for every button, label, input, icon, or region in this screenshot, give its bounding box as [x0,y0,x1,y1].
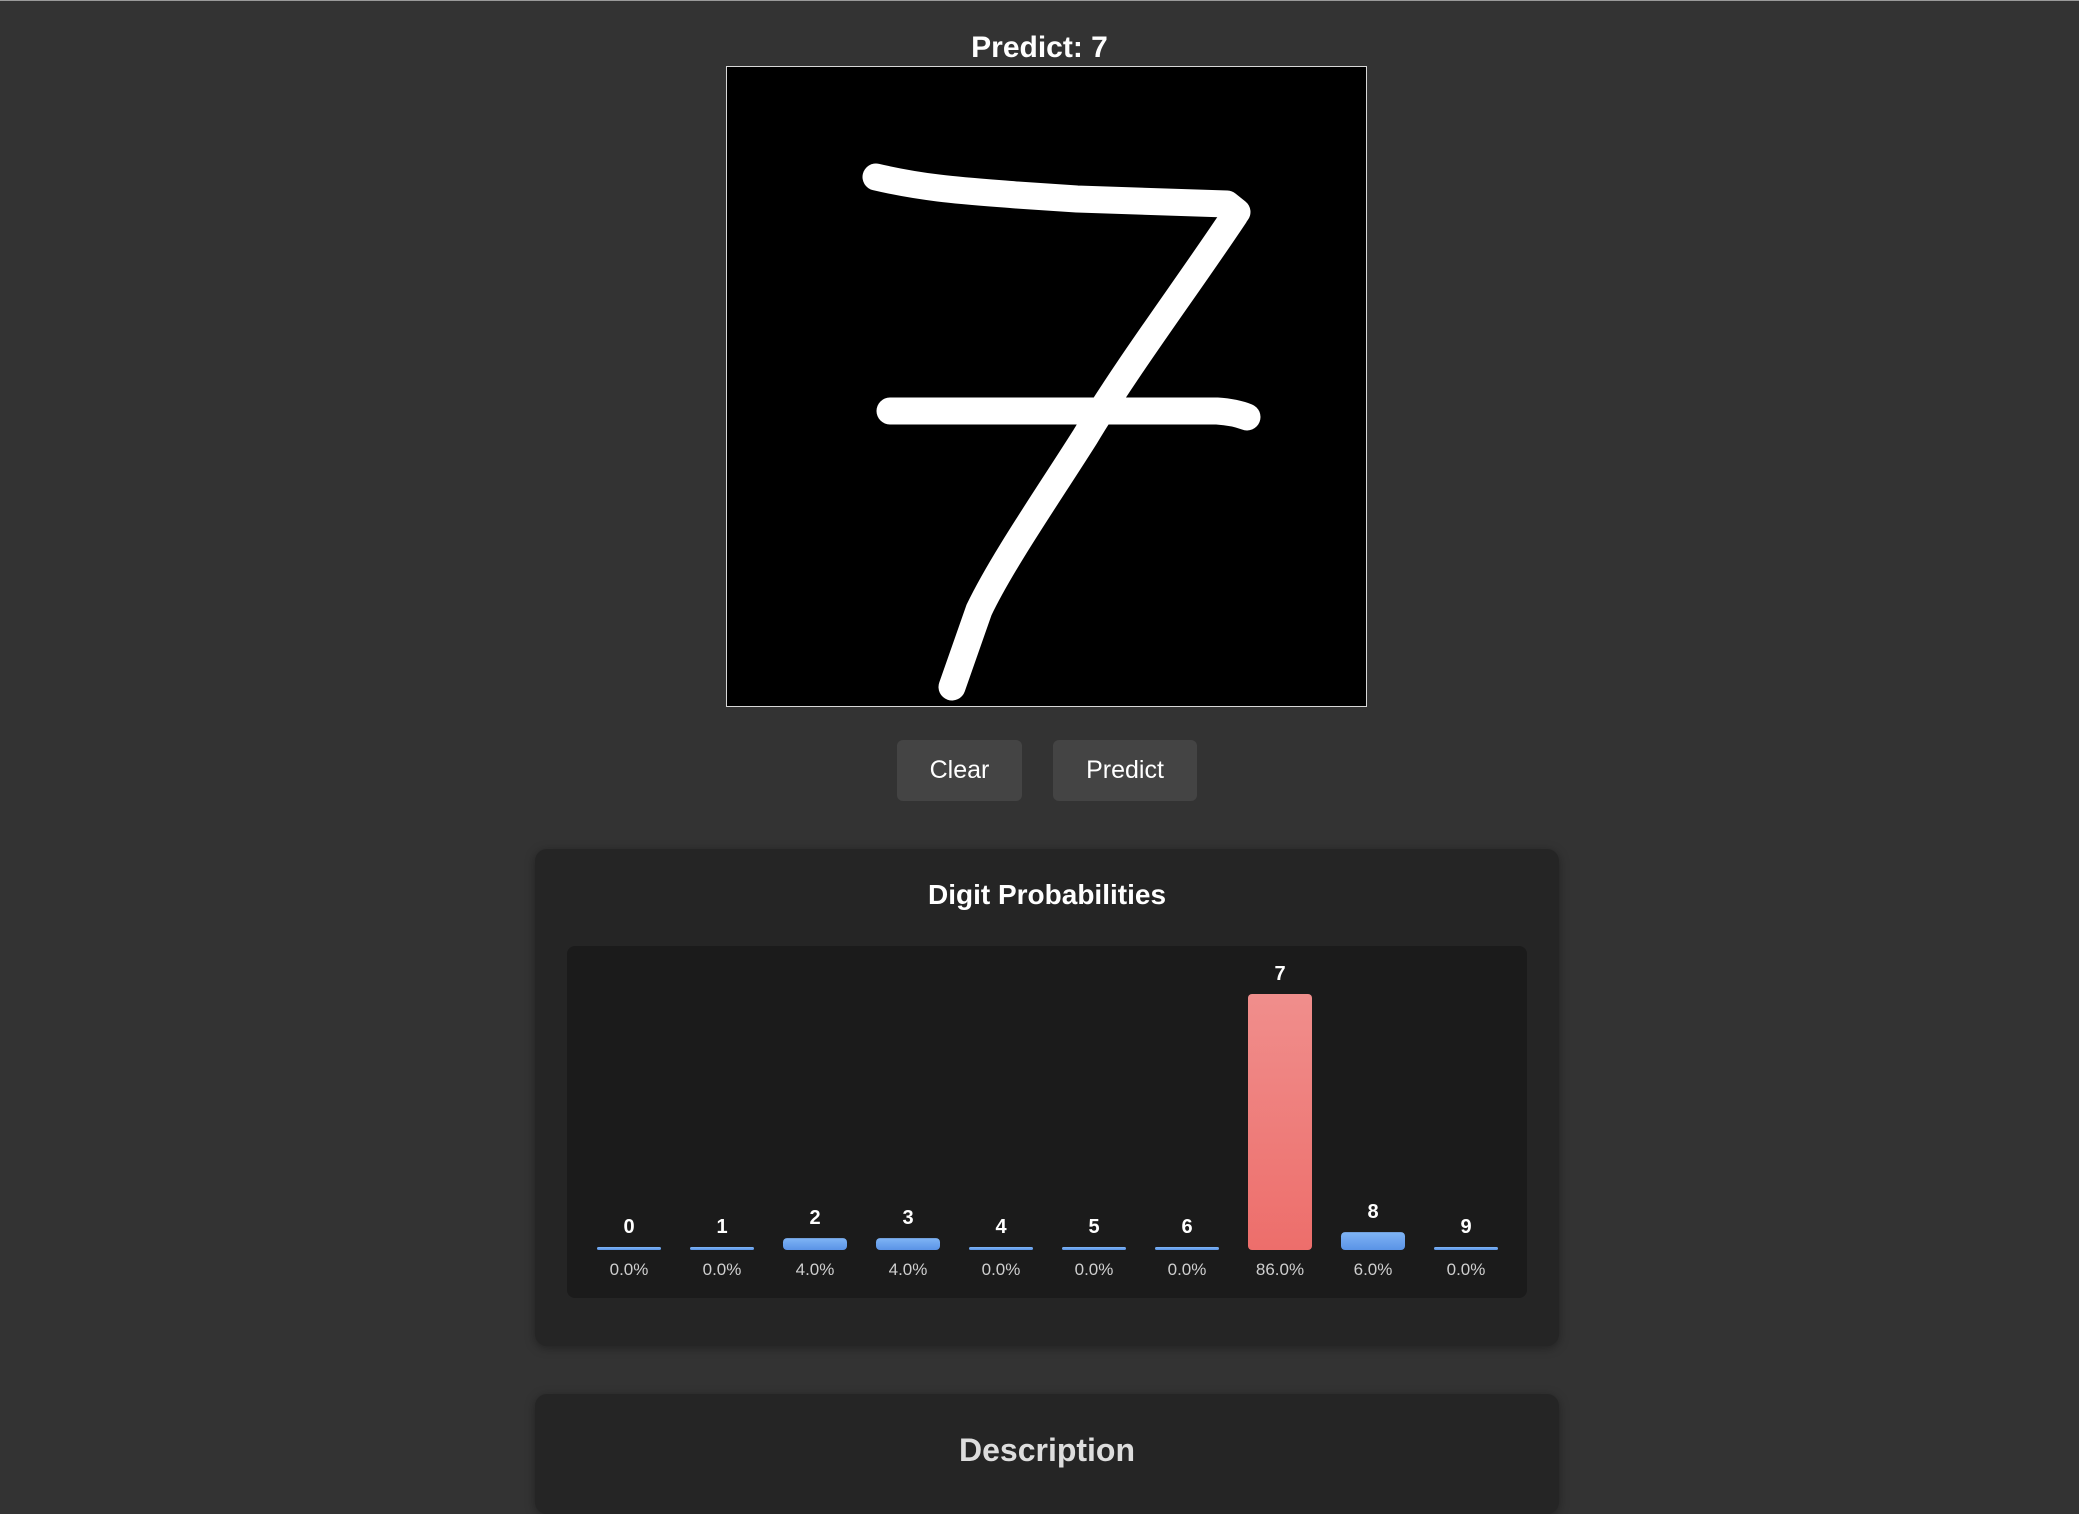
digit-label-6: 6 [1181,1216,1192,1238]
drawing-canvas[interactable] [726,66,1367,707]
digit-label-4: 4 [995,1216,1007,1238]
probability-bar-chart: 00.0%10.0%24.0%34.0%40.0%50.0%60.0%786.0… [597,963,1498,1279]
clear-button[interactable]: Clear [897,740,1022,801]
percent-label-5: 0.0% [1075,1260,1114,1279]
prediction-title: Predict: 7 [971,31,1108,64]
bar-digit-5 [1062,1247,1126,1250]
bar-digit-2 [783,1238,847,1250]
percent-label-4: 0.0% [982,1260,1021,1279]
percent-label-3: 4.0% [889,1260,928,1279]
bar-digit-4 [969,1247,1033,1250]
percent-label-0: 0.0% [610,1260,649,1279]
predict-button[interactable]: Predict [1053,740,1197,801]
handwritten-seven-stroke [862,163,1261,701]
digit-label-0: 0 [623,1216,634,1238]
percent-label-6: 0.0% [1168,1260,1207,1279]
bar-digit-8 [1341,1232,1405,1250]
digit-label-5: 5 [1088,1216,1099,1238]
percent-label-8: 6.0% [1354,1260,1393,1279]
bar-digit-3 [876,1238,940,1250]
digit-label-9: 9 [1460,1216,1471,1238]
probability-chart: 0 0.0% 1 0.0% 2 4.0% 3 4.0% 4 0.0% 5 0.0% 6 0.0% 7 86.0… [567,946,1527,1298]
description-panel: Description [535,1394,1559,1514]
bar-digit-6 [1155,1247,1219,1250]
top-border [0,0,2079,1]
probabilities-title: Digit Probabilities [927,879,1167,910]
digit-label-3: 3 [902,1207,913,1229]
percent-label-2: 4.0% [796,1260,835,1279]
bar-digit-7 [1248,994,1312,1250]
probabilities-panel: Digit Probabilities 0 0.0% 1 0.0% 2 4.0% 3 4.0%… [535,849,1559,1346]
digit-label-7: 7 [1274,963,1285,985]
bar-digit-1 [690,1247,754,1250]
bar-digit-9 [1434,1247,1498,1250]
percent-label-9: 0.0% [1447,1260,1486,1279]
bar-digit-0 [597,1247,661,1250]
digit-label-8: 8 [1367,1201,1378,1223]
percent-label-1: 0.0% [703,1260,742,1279]
percent-label-7: 86.0% [1256,1260,1304,1279]
digit-label-1: 1 [716,1216,727,1238]
digit-label-2: 2 [809,1207,820,1229]
description-title: Description [958,1432,1136,1468]
